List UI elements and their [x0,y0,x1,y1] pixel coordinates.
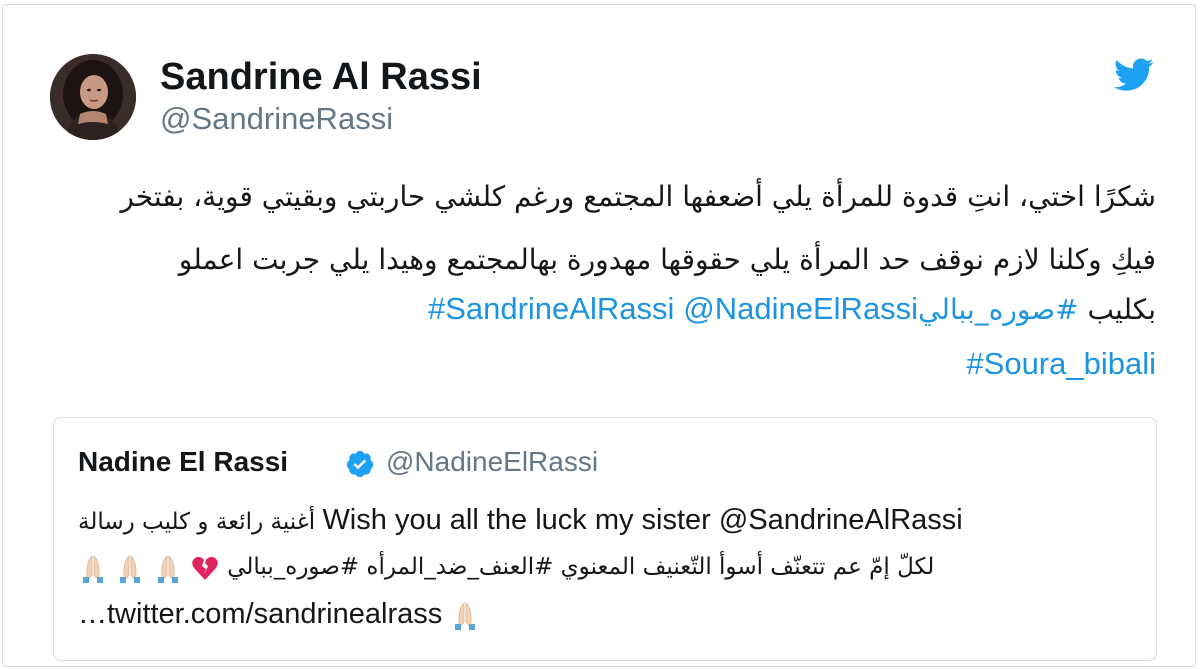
folded-hands-emoji [455,602,476,631]
tweet-text-segment: بكليب [1078,293,1156,326]
verified-badge-icon [345,449,375,479]
folded-hands-emoji [157,555,178,583]
broken-heart-emoji [192,556,218,580]
quoted-text-line: أغنية رائعة و كليب رسالة Wish you all th… [78,502,1128,540]
quoted-link[interactable]: …twitter.com/sandrinealrass [78,598,442,630]
tweet-text-line: بكليب #صوره_ببالي@NadineElRassi #Sandrin… [40,287,1156,332]
tweet-text-line: شكرًا اختي، انتِ قدوة للمرأة يلي أضعفها … [120,180,1156,213]
mention-link[interactable]: @NadineElRassi [683,291,918,326]
quoted-text-latin: Wish you all the luck my sister @Sandrin… [322,504,963,536]
quoted-display-name[interactable]: Nadine El Rassi [78,445,288,479]
avatar[interactable] [50,54,136,140]
quoted-tweet[interactable]: Nadine El Rassi @NadineElRassi أغنية رائ… [53,417,1157,661]
author-handle[interactable]: @SandrineRassi [160,100,393,138]
quoted-text-arabic: أغنية رائعة و كليب رسالة [78,509,316,535]
tweet-text-line: #Soura_bibali [40,342,1156,386]
quoted-text-line: لكلّ إمّ عم تتعنّف أسوأ التّعنيف المعنوي… [78,549,1128,586]
folded-hands-emoji [120,555,141,583]
quoted-text-arabic: لكلّ إمّ عم تتعنّف أسوأ التّعنيف المعنوي… [227,554,935,580]
quoted-handle[interactable]: @NadineElRassi [386,445,598,479]
profile-photo [50,54,136,140]
hashtag-link[interactable]: #Soura_bibali [966,346,1156,381]
emoji-row [78,550,220,586]
hashtag-link[interactable]: #SandrineAlRassi [428,291,674,326]
folded-hands-emoji [83,555,103,583]
tweet-text-line: فيكِ وكلنا لازم نوقف حد المرأة يلي حقوقه… [178,243,1156,276]
twitter-bird-icon[interactable] [1114,57,1154,93]
author-display-name[interactable]: Sandrine Al Rassi [160,55,482,99]
quoted-text-line: …twitter.com/sandrinealrass [78,596,1128,632]
hashtag-link[interactable]: #صوره_ببالي [918,293,1079,326]
